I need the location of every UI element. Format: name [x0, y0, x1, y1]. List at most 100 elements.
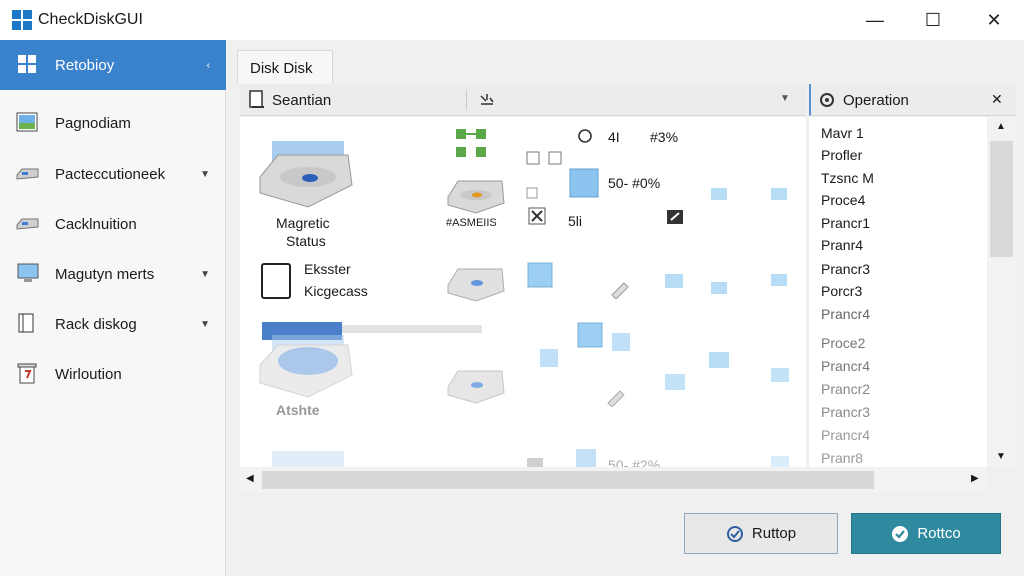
monitor-icon	[577, 322, 603, 348]
list-item[interactable]: Prancr4	[821, 358, 870, 374]
monitor-icon	[540, 349, 558, 367]
document-line2: Kicgecass	[304, 283, 368, 299]
sidebar-item-label: Pacteccutioneek	[55, 165, 166, 183]
sidebar-item-cacklnuition[interactable]: Cacklnuition	[0, 199, 226, 249]
list-item[interactable]: Prancr3	[821, 404, 870, 420]
sidebar-item-retobioy[interactable]: Retobioy ‹	[0, 40, 226, 90]
horizontal-scrollbar[interactable]: ◀ ▶	[240, 467, 987, 493]
sidebar-item-magutyn-merts[interactable]: Magutyn merts ▼	[0, 249, 226, 299]
operation-label: Operation	[843, 92, 909, 109]
list-item[interactable]: Prancr4	[821, 306, 870, 322]
close-box-icon[interactable]	[528, 207, 546, 225]
disk-small-label: #ASMEIIS	[446, 217, 497, 229]
scroll-down-icon[interactable]: ▼	[996, 451, 1006, 462]
monitor-icon	[771, 188, 787, 200]
close-button[interactable]: ✕	[971, 0, 1017, 40]
trash-icon	[17, 363, 37, 384]
list-item[interactable]: Tzsnc M	[821, 170, 874, 186]
list-item[interactable]: Prancr3	[821, 261, 870, 277]
title-bar: CheckDiskGUI — ☐ ✕	[0, 0, 1024, 40]
sparkle-icon[interactable]	[478, 92, 496, 108]
sidebar-item-label: Pagnodiam	[55, 114, 131, 132]
document-line1: Eksster	[304, 261, 351, 277]
sidebar: Retobioy ‹ Pagnodiam Pacteccutioneek ▼ C…	[0, 40, 226, 576]
windows-logo-icon	[12, 10, 32, 30]
monitor-icon	[711, 188, 727, 200]
scroll-up-icon[interactable]: ▲	[996, 121, 1006, 132]
list-item[interactable]: Prancr4	[821, 427, 870, 443]
monitor-icon	[709, 352, 729, 368]
sidebar-item-pagnodiam[interactable]: Pagnodiam	[0, 98, 226, 148]
chevron-down-icon[interactable]: ▼	[780, 93, 790, 104]
hard-disk-icon[interactable]	[446, 175, 506, 215]
scroll-left-icon[interactable]: ◀	[246, 473, 254, 484]
gear-icon	[820, 93, 834, 107]
divider	[466, 90, 467, 110]
sidebar-item-rack-diskog[interactable]: Rack diskog ▼	[0, 299, 226, 349]
checkbox-icon[interactable]	[526, 151, 540, 165]
minimize-button[interactable]: —	[852, 0, 898, 40]
collapse-icon[interactable]: ‹	[207, 60, 210, 71]
secondary-button[interactable]: Ruttop	[684, 513, 838, 554]
drive-icon	[16, 218, 39, 230]
hard-disk-icon[interactable]	[258, 331, 354, 401]
pen-icon	[607, 390, 625, 407]
list-item[interactable]: Prancr1	[821, 215, 870, 231]
list-item[interactable]: Pranr8	[821, 450, 863, 466]
grid-icon	[18, 55, 36, 73]
row2-value: 50- #0%	[608, 175, 661, 191]
sidebar-item-label: Wirloution	[55, 365, 122, 383]
monitor-icon	[665, 374, 685, 390]
monitor-icon	[569, 168, 599, 198]
list-item[interactable]: Mavr 1	[821, 125, 864, 141]
sidebar-item-label: Cacklnuition	[55, 215, 137, 233]
list-item[interactable]: Profler	[821, 147, 862, 163]
sidebar-item-pacteccutioneek[interactable]: Pacteccutioneek ▼	[0, 149, 226, 199]
operation-list: Mavr 1 Profler Tzsnc M Proce4 Prancr1 Pr…	[809, 117, 987, 467]
primary-button[interactable]: Rottco	[851, 513, 1001, 554]
close-box-icon	[527, 458, 543, 467]
list-item[interactable]: Pranr4	[821, 237, 863, 253]
monitor-icon	[771, 456, 789, 467]
monitor-icon	[17, 263, 39, 282]
monitor-icon	[711, 282, 727, 294]
monitor-icon	[527, 262, 553, 288]
hard-disk-icon	[272, 451, 344, 467]
list-item[interactable]: Proce4	[821, 192, 865, 208]
checkbox-icon[interactable]	[548, 151, 562, 165]
scroll-right-icon[interactable]: ▶	[971, 473, 979, 484]
hard-disk-icon[interactable]	[258, 137, 354, 213]
secondary-button-label: Ruttop	[751, 525, 797, 542]
refresh-icon[interactable]	[576, 127, 594, 145]
operation-panel-header: Operation ✕	[809, 84, 1016, 116]
hard-disk-icon[interactable]	[446, 263, 506, 305]
disk-view: Magretic Status Eksster Kicgecass Atshte…	[240, 117, 806, 467]
monitor-icon	[771, 274, 787, 286]
list-item[interactable]: Porcr3	[821, 283, 862, 299]
check-circle-icon	[892, 525, 909, 542]
maximize-button[interactable]: ☐	[910, 0, 956, 40]
disk-label-line2: Status	[286, 233, 326, 249]
checkbox-icon[interactable]	[526, 187, 538, 199]
list-item[interactable]: Proce2	[821, 335, 865, 351]
close-icon[interactable]: ✕	[991, 91, 1003, 108]
sidebar-item-wirloution[interactable]: Wirloution	[0, 349, 226, 399]
row1-value-a: 4I	[608, 129, 620, 145]
tab-disk[interactable]: Disk Disk	[237, 50, 333, 84]
vertical-scrollbar[interactable]: ▲ ▼	[987, 117, 1016, 467]
hard-disk-icon[interactable]	[446, 365, 506, 407]
monitor-icon	[576, 449, 596, 467]
search-label[interactable]: Seantian	[272, 92, 331, 109]
list-item[interactable]: Prancr2	[821, 381, 870, 397]
sidebar-item-label: Rack diskog	[55, 315, 137, 333]
chevron-down-icon[interactable]: ▼	[200, 269, 210, 280]
window-title: CheckDiskGUI	[38, 11, 143, 28]
disk-label-line1: Magretic	[276, 215, 330, 231]
sidebar-item-label: Retobioy	[55, 56, 115, 74]
expand-icon[interactable]	[666, 209, 684, 225]
chevron-down-icon[interactable]: ▼	[200, 319, 210, 330]
chevron-down-icon[interactable]: ▼	[200, 169, 210, 180]
document-icon	[261, 263, 291, 299]
scroll-thumb[interactable]	[990, 141, 1013, 257]
scroll-thumb[interactable]	[262, 471, 874, 489]
